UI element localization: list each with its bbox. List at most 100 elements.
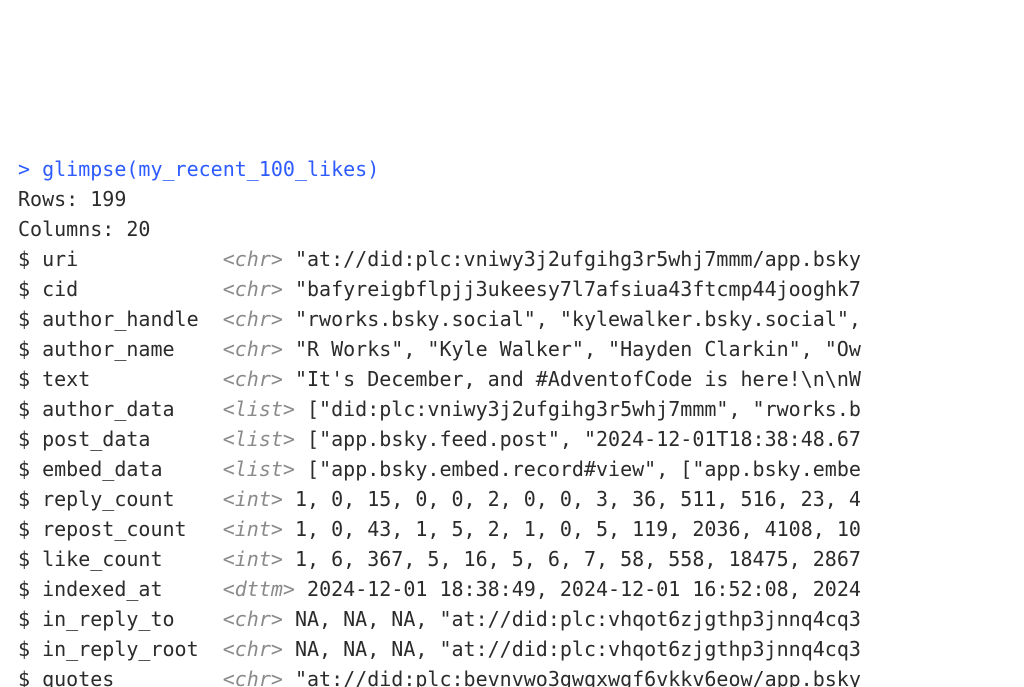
dollar-sign: $ bbox=[18, 517, 42, 541]
glimpse-row: $ uri <chr> "at://did:plc:vniwy3j2ufgihg… bbox=[18, 244, 1024, 274]
dollar-sign: $ bbox=[18, 487, 42, 511]
r-console-output: > glimpse(my_recent_100_likes)Rows: 199C… bbox=[0, 150, 1024, 687]
column-name: text bbox=[42, 367, 90, 391]
dollar-sign: $ bbox=[18, 547, 42, 571]
dollar-sign: $ bbox=[18, 427, 42, 451]
column-values: "R Works", "Kyle Walker", "Hayden Clarki… bbox=[283, 337, 861, 361]
glimpse-row: $ author_handle <chr> "rworks.bsky.socia… bbox=[18, 304, 1024, 334]
glimpse-row: $ quotes <chr> "at://did:plc:bevnvwo3gwq… bbox=[18, 664, 1024, 687]
column-name: repost_count bbox=[42, 517, 187, 541]
rows-value: 199 bbox=[90, 187, 126, 211]
column-name: uri bbox=[42, 247, 78, 271]
glimpse-row: $ in_reply_to <chr> NA, NA, NA, "at://di… bbox=[18, 604, 1024, 634]
column-type: <chr> bbox=[211, 667, 283, 687]
column-values: 1, 6, 367, 5, 16, 5, 6, 7, 58, 558, 1847… bbox=[283, 547, 861, 571]
column-name: post_data bbox=[42, 427, 150, 451]
column-type: <dttm> bbox=[211, 577, 295, 601]
dollar-sign: $ bbox=[18, 397, 42, 421]
column-type: <chr> bbox=[211, 637, 283, 661]
dollar-sign: $ bbox=[18, 637, 42, 661]
column-pad bbox=[150, 427, 210, 451]
column-values: ["did:plc:vniwy3j2ufgihg3r5whj7mmm", "rw… bbox=[295, 397, 861, 421]
dollar-sign: $ bbox=[18, 277, 42, 301]
glimpse-row: $ indexed_at <dttm> 2024-12-01 18:38:49,… bbox=[18, 574, 1024, 604]
column-name: quotes bbox=[42, 667, 114, 687]
columns-line: Columns: 20 bbox=[18, 214, 1024, 244]
column-name: in_reply_to bbox=[42, 607, 174, 631]
column-pad bbox=[78, 277, 210, 301]
dollar-sign: $ bbox=[18, 577, 42, 601]
column-values: NA, NA, NA, "at://did:plc:vhqot6zjgthp3j… bbox=[283, 607, 861, 631]
glimpse-row: $ like_count <int> 1, 6, 367, 5, 16, 5, … bbox=[18, 544, 1024, 574]
column-type: <chr> bbox=[211, 607, 283, 631]
cols-label: Columns: bbox=[18, 217, 126, 241]
column-pad bbox=[187, 517, 211, 541]
column-pad bbox=[175, 487, 211, 511]
column-values: "at://did:plc:bevnvwo3gwqxwgf6vkkv6eow/a… bbox=[283, 667, 861, 687]
prompt-symbol: > bbox=[18, 157, 42, 181]
column-values: NA, NA, NA, "at://did:plc:vhqot6zjgthp3j… bbox=[283, 637, 861, 661]
column-type: <list> bbox=[211, 397, 295, 421]
column-name: embed_data bbox=[42, 457, 162, 481]
column-type: <int> bbox=[211, 487, 283, 511]
column-name: author_data bbox=[42, 397, 174, 421]
glimpse-body: $ uri <chr> "at://did:plc:vniwy3j2ufgihg… bbox=[18, 244, 1024, 687]
column-name: author_name bbox=[42, 337, 174, 361]
column-values: "at://did:plc:vniwy3j2ufgihg3r5whj7mmm/a… bbox=[283, 247, 861, 271]
dollar-sign: $ bbox=[18, 307, 42, 331]
column-type: <int> bbox=[211, 517, 283, 541]
column-type: <chr> bbox=[211, 247, 283, 271]
column-values: ["app.bsky.feed.post", "2024-12-01T18:38… bbox=[295, 427, 861, 451]
dollar-sign: $ bbox=[18, 367, 42, 391]
column-pad bbox=[175, 607, 211, 631]
rows-label: Rows: bbox=[18, 187, 90, 211]
column-name: like_count bbox=[42, 547, 162, 571]
glimpse-row: $ repost_count <int> 1, 0, 43, 1, 5, 2, … bbox=[18, 514, 1024, 544]
column-pad bbox=[163, 457, 211, 481]
dollar-sign: $ bbox=[18, 247, 42, 271]
column-pad bbox=[163, 547, 211, 571]
command-text: glimpse(my_recent_100_likes) bbox=[42, 157, 379, 181]
column-values: 2024-12-01 18:38:49, 2024-12-01 16:52:08… bbox=[295, 577, 861, 601]
column-values: ["app.bsky.embed.record#view", ["app.bsk… bbox=[295, 457, 861, 481]
column-pad bbox=[114, 667, 210, 687]
column-type: <chr> bbox=[211, 277, 283, 301]
glimpse-row: $ in_reply_root <chr> NA, NA, NA, "at://… bbox=[18, 634, 1024, 664]
column-type: <chr> bbox=[211, 307, 283, 331]
column-type: <list> bbox=[211, 457, 295, 481]
column-name: author_handle bbox=[42, 307, 199, 331]
command-line: > glimpse(my_recent_100_likes) bbox=[18, 154, 1024, 184]
glimpse-row: $ post_data <list> ["app.bsky.feed.post"… bbox=[18, 424, 1024, 454]
column-pad bbox=[175, 397, 211, 421]
dollar-sign: $ bbox=[18, 667, 42, 687]
column-pad bbox=[175, 337, 211, 361]
glimpse-row: $ author_name <chr> "R Works", "Kyle Wal… bbox=[18, 334, 1024, 364]
column-pad bbox=[199, 637, 211, 661]
column-name: indexed_at bbox=[42, 577, 162, 601]
column-pad bbox=[163, 577, 211, 601]
column-type: <list> bbox=[211, 427, 295, 451]
column-name: cid bbox=[42, 277, 78, 301]
column-values: 1, 0, 15, 0, 0, 2, 0, 0, 3, 36, 511, 516… bbox=[283, 487, 861, 511]
cols-value: 20 bbox=[126, 217, 150, 241]
column-type: <chr> bbox=[211, 367, 283, 391]
column-pad bbox=[199, 307, 211, 331]
dollar-sign: $ bbox=[18, 457, 42, 481]
column-values: "It's December, and #AdventofCode is her… bbox=[283, 367, 861, 391]
column-values: "bafyreigbflpjj3ukeesy7l7afsiua43ftcmp44… bbox=[283, 277, 861, 301]
column-values: "rworks.bsky.social", "kylewalker.bsky.s… bbox=[283, 307, 873, 331]
glimpse-row: $ cid <chr> "bafyreigbflpjj3ukeesy7l7afs… bbox=[18, 274, 1024, 304]
column-name: in_reply_root bbox=[42, 637, 199, 661]
glimpse-row: $ reply_count <int> 1, 0, 15, 0, 0, 2, 0… bbox=[18, 484, 1024, 514]
column-type: <chr> bbox=[211, 337, 283, 361]
column-type: <int> bbox=[211, 547, 283, 571]
column-name: reply_count bbox=[42, 487, 174, 511]
dollar-sign: $ bbox=[18, 607, 42, 631]
column-values: 1, 0, 43, 1, 5, 2, 1, 0, 5, 119, 2036, 4… bbox=[283, 517, 861, 541]
column-pad bbox=[90, 367, 210, 391]
column-pad bbox=[78, 247, 210, 271]
glimpse-row: $ embed_data <list> ["app.bsky.embed.rec… bbox=[18, 454, 1024, 484]
rows-line: Rows: 199 bbox=[18, 184, 1024, 214]
dollar-sign: $ bbox=[18, 337, 42, 361]
glimpse-row: $ text <chr> "It's December, and #Advent… bbox=[18, 364, 1024, 394]
